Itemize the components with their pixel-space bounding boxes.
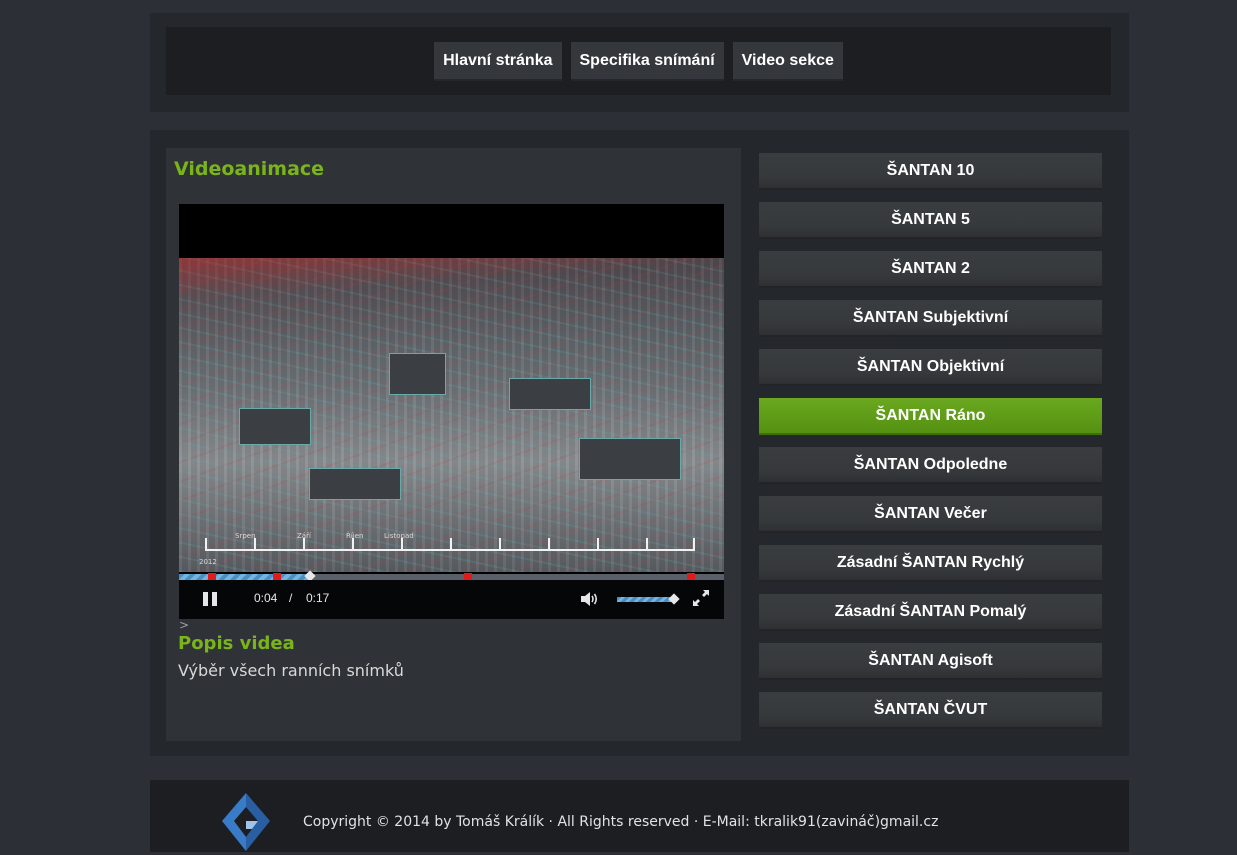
timeline-tick bbox=[401, 538, 403, 550]
timeline-tick bbox=[693, 538, 695, 550]
fullscreen-icon[interactable] bbox=[691, 588, 711, 608]
timeline-tick bbox=[548, 538, 550, 550]
video-scene-block bbox=[389, 353, 446, 395]
timeline-tick bbox=[450, 538, 452, 550]
nav-capture-specifics-button[interactable]: Specifika snímání bbox=[570, 41, 724, 81]
nav-video-section-button[interactable]: Video sekce bbox=[732, 41, 843, 81]
top-nav: Hlavní stránka Specifika snímání Video s… bbox=[166, 27, 1111, 95]
gk-logo-icon bbox=[222, 793, 270, 851]
duration: 0:17 bbox=[306, 591, 330, 605]
timeline-label: Listopad bbox=[384, 532, 414, 540]
video-list-item[interactable]: ŠANTAN 2 bbox=[759, 251, 1102, 288]
top-nav-wrapper: Hlavní stránka Specifika snímání Video s… bbox=[150, 13, 1129, 112]
footer-copyright: Copyright © 2014 by Tomáš Králík · All R… bbox=[303, 814, 939, 830]
video-frame[interactable]: Srpen Září Říjen Listopad 2012 bbox=[179, 258, 724, 572]
chevron-right-icon: > bbox=[179, 618, 190, 632]
timeline-label: Říjen bbox=[346, 532, 364, 540]
volume-slider[interactable] bbox=[617, 593, 680, 605]
video-list-item[interactable]: ŠANTAN Odpoledne bbox=[759, 447, 1102, 484]
video-scene-block bbox=[309, 468, 401, 500]
timeline-label: Srpen bbox=[235, 532, 256, 540]
description-title: Popis videa bbox=[178, 633, 295, 654]
timeline-tick bbox=[205, 538, 207, 550]
timeline-year-label: 2012 bbox=[199, 558, 217, 566]
time-separator: / bbox=[289, 591, 293, 605]
video-panel: Videoanimace Srpen Září Říjen Listopad 2… bbox=[166, 148, 741, 741]
section-title: Videoanimace bbox=[174, 158, 325, 180]
timeline-tick bbox=[597, 538, 599, 550]
nav-home-button[interactable]: Hlavní stránka bbox=[434, 41, 562, 81]
video-scene-block bbox=[509, 378, 591, 410]
volume-icon[interactable] bbox=[581, 591, 601, 607]
timeline-tick bbox=[254, 538, 256, 550]
video-list: ŠANTAN 10 ŠANTAN 5 ŠANTAN 2 ŠANTAN Subje… bbox=[759, 153, 1102, 741]
video-list-item[interactable]: ŠANTAN 5 bbox=[759, 202, 1102, 239]
current-time: 0:04 bbox=[254, 591, 278, 605]
description-text: Výběr všech ranních snímků bbox=[178, 661, 404, 680]
video-list-item[interactable]: ŠANTAN 10 bbox=[759, 153, 1102, 190]
video-list-item[interactable]: ŠANTAN Agisoft bbox=[759, 643, 1102, 680]
footer: Copyright © 2014 by Tomáš Králík · All R… bbox=[150, 780, 1129, 852]
timeline-tick bbox=[646, 538, 648, 550]
pause-icon[interactable] bbox=[203, 592, 217, 606]
video-scene-block bbox=[239, 408, 311, 445]
video-list-item[interactable]: ŠANTAN Objektivní bbox=[759, 349, 1102, 386]
video-list-item[interactable]: Zásadní ŠANTAN Pomalý bbox=[759, 594, 1102, 631]
video-list-item[interactable]: ŠANTAN Subjektivní bbox=[759, 300, 1102, 337]
timeline-tick bbox=[352, 538, 354, 550]
video-list-item[interactable]: ŠANTAN ČVUT bbox=[759, 692, 1102, 729]
video-controls: 0:04 / 0:17 bbox=[179, 580, 724, 619]
timeline-tick bbox=[499, 538, 501, 550]
video-scene-block bbox=[579, 438, 681, 480]
timeline-tick bbox=[303, 538, 305, 550]
video-list-item[interactable]: Zásadní ŠANTAN Rychlý bbox=[759, 545, 1102, 582]
video-list-item[interactable]: ŠANTAN Večer bbox=[759, 496, 1102, 533]
volume-slider-handle[interactable] bbox=[668, 593, 680, 605]
video-list-item-active[interactable]: ŠANTAN Ráno bbox=[759, 398, 1102, 435]
video-player[interactable]: Srpen Září Říjen Listopad 2012 0:04 / 0:… bbox=[179, 204, 724, 619]
volume-slider-fill bbox=[617, 597, 674, 602]
main-content-wrapper: Videoanimace Srpen Září Říjen Listopad 2… bbox=[150, 130, 1129, 756]
